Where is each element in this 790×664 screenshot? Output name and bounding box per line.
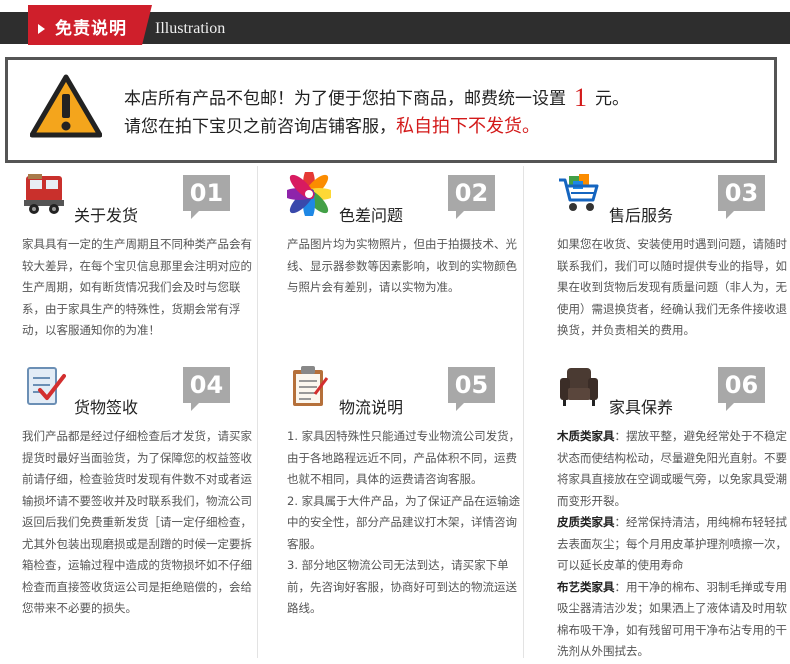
section-header: 免责说明 Illustration: [0, 5, 790, 45]
arrow-right-icon: [38, 24, 45, 34]
card-body: 我们产品都是经过仔细检查后才发货，请买家提货时最好当面验货，为了保障您的权益签收…: [22, 429, 252, 615]
clipboard-icon: [293, 366, 329, 406]
card-title: 色差问题: [339, 206, 404, 225]
card-title: 货物签收: [74, 398, 139, 417]
shipping-notice: 本店所有产品不包邮！为了便于您拍下商品，邮费统一设置 1 元。 请您在拍下宝贝之前咨…: [5, 57, 777, 163]
card-number: 06: [718, 367, 765, 411]
card-title: 售后服务: [609, 206, 674, 225]
card-number: 01: [183, 175, 230, 219]
care-item-wood: 木质类家具：摆放平整，避免经常处于不稳定状态而使结构松动，尽量避免阳光直射。不要…: [557, 426, 790, 512]
card-body: 产品图片均为实物照片，但由于拍摄技术、光线、显示器参数等因素影响，收到的实物颜色…: [287, 237, 517, 294]
notice-line1-suffix: 元。: [595, 89, 629, 109]
shopping-cart-icon: [559, 174, 599, 211]
card-body: 1. 家具因特殊性只能通过专业物流公司发货，由于各地路程远近不同，产品体积不同，…: [287, 426, 525, 620]
truck-icon: [24, 174, 64, 214]
postage-price: 1: [574, 83, 587, 112]
card-title: 物流说明: [339, 398, 404, 417]
care-label: 布艺类家具: [557, 579, 615, 594]
header-title: 免责说明: [55, 19, 127, 39]
checklist-icon: [27, 367, 66, 405]
logistics-item: 2. 家具属于大件产品，为了保证产品在运输途中的安全性，部分产品建议打木架，详情…: [287, 493, 521, 551]
notice-line2-prefix: 请您在拍下宝贝之前咨询店铺客服，: [124, 117, 396, 137]
card-number: 03: [718, 175, 765, 219]
warning-icon: [30, 74, 102, 138]
card-number: 05: [448, 367, 495, 411]
care-label: 木质类家具: [557, 429, 615, 443]
card-body: 如果您在收货、安装使用时遇到问题，请随时联系我们，我们可以随时提供专业的指导，如…: [557, 237, 787, 337]
care-item-leather: 皮质类家具：经常保持清洁，用纯棉布轻轻拭去表面灰尘；每个月用皮革护理剂喷擦一次，…: [557, 512, 790, 577]
card-title: 关于发货: [74, 206, 139, 225]
care-label: 皮质类家具: [557, 515, 615, 529]
armchair-icon: [560, 368, 598, 406]
notice-line-1: 本店所有产品不包邮！为了便于您拍下商品，邮费统一设置 1 元。: [124, 84, 629, 113]
color-wheel-icon: [287, 172, 331, 216]
care-item-fabric: 布艺类家具：用干净的棉布、羽制毛掸或专用吸尘器清洁沙发；如果洒上了液体请及时用软…: [557, 577, 790, 663]
card-body: 家具具有一定的生产周期且不同种类产品会有较大差异，在每个宝贝信息那里会注明对应的…: [22, 237, 252, 337]
notice-line1-prefix: 本店所有产品不包邮！为了便于您拍下商品，邮费统一设置: [124, 89, 566, 109]
notice-warning-red: 私自拍下不发货。: [396, 116, 540, 137]
header-subtitle: Illustration: [155, 20, 226, 37]
card-number: 02: [448, 175, 495, 219]
card-body: 木质类家具：摆放平整，避免经常处于不稳定状态而使结构松动，尽量避免阳光直射。不要…: [557, 426, 790, 663]
notice-line-2: 请您在拍下宝贝之前咨询店铺客服，私自拍下不发货。: [124, 113, 629, 141]
notice-text: 本店所有产品不包邮！为了便于您拍下商品，邮费统一设置 1 元。 请您在拍下宝贝之前咨…: [124, 84, 629, 141]
logistics-item: 3. 部分地区物流公司无法到达，请买家下单前，先咨询好客服，协商好可到达的物流运…: [287, 558, 517, 615]
card-title: 家具保养: [609, 398, 674, 417]
logistics-item: 1. 家具因特殊性只能通过专业物流公司发货，由于各地路程远近不同，产品体积不同，…: [287, 429, 521, 486]
card-number: 04: [183, 367, 230, 411]
